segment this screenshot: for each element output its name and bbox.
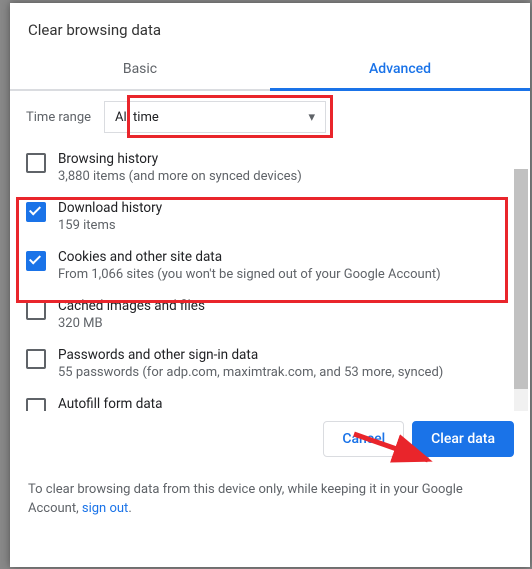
clear-browsing-data-dialog: Clear browsing data Basic Advanced Time …	[10, 3, 530, 567]
scrollbar-thumb[interactable]	[514, 169, 528, 389]
item-title: Cached images and files	[58, 298, 516, 314]
checkbox-cached[interactable]	[26, 300, 46, 320]
item-cached: Cached images and files 320 MB	[10, 290, 516, 339]
checkbox-autofill[interactable]	[26, 398, 46, 411]
sign-out-link[interactable]: sign out	[82, 501, 128, 516]
item-passwords: Passwords and other sign-in data 55 pass…	[10, 339, 516, 388]
checkbox-passwords[interactable]	[26, 349, 46, 369]
time-range-row: Time range All time ▾	[10, 91, 516, 143]
checkbox-browsing-history[interactable]	[26, 153, 46, 173]
item-title: Passwords and other sign-in data	[58, 347, 516, 363]
item-sub: 3,880 items (and more on synced devices)	[58, 169, 516, 184]
time-range-select[interactable]: All time ▾	[104, 101, 326, 133]
item-sub: 55 passwords (for adp.com, maximtrak.com…	[58, 365, 516, 380]
item-sub: 320 MB	[58, 316, 516, 331]
checkbox-download-history[interactable]	[26, 202, 46, 222]
footer-note: To clear browsing data from this device …	[10, 473, 530, 537]
dropdown-icon: ▾	[308, 110, 315, 125]
item-download-history: Download history 159 items	[10, 192, 516, 241]
item-sub: 159 items	[58, 218, 516, 233]
item-cookies: Cookies and other site data From 1,066 s…	[10, 241, 516, 290]
item-title: Browsing history	[58, 151, 516, 167]
cancel-button[interactable]: Cancel	[323, 421, 404, 457]
tab-basic[interactable]: Basic	[10, 49, 270, 89]
clear-data-button[interactable]: Clear data	[412, 421, 514, 457]
time-range-value: All time	[115, 110, 159, 125]
item-sub: From 1,066 sites (you won't be signed ou…	[58, 267, 516, 282]
dialog-footer: Cancel Clear data	[10, 411, 530, 473]
time-range-label: Time range	[26, 110, 104, 125]
dialog-title: Clear browsing data	[10, 3, 530, 49]
note-suffix: .	[128, 501, 131, 516]
item-browsing-history: Browsing history 3,880 items (and more o…	[10, 143, 516, 192]
item-autofill: Autofill form data	[10, 388, 516, 411]
tabs: Basic Advanced	[10, 49, 530, 89]
item-title: Cookies and other site data	[58, 249, 516, 265]
dialog-content: Time range All time ▾ Browsing history 3…	[10, 91, 530, 411]
checkbox-cookies[interactable]	[26, 251, 46, 271]
item-title: Autofill form data	[58, 396, 516, 411]
item-title: Download history	[58, 200, 516, 216]
tab-advanced[interactable]: Advanced	[270, 49, 530, 89]
